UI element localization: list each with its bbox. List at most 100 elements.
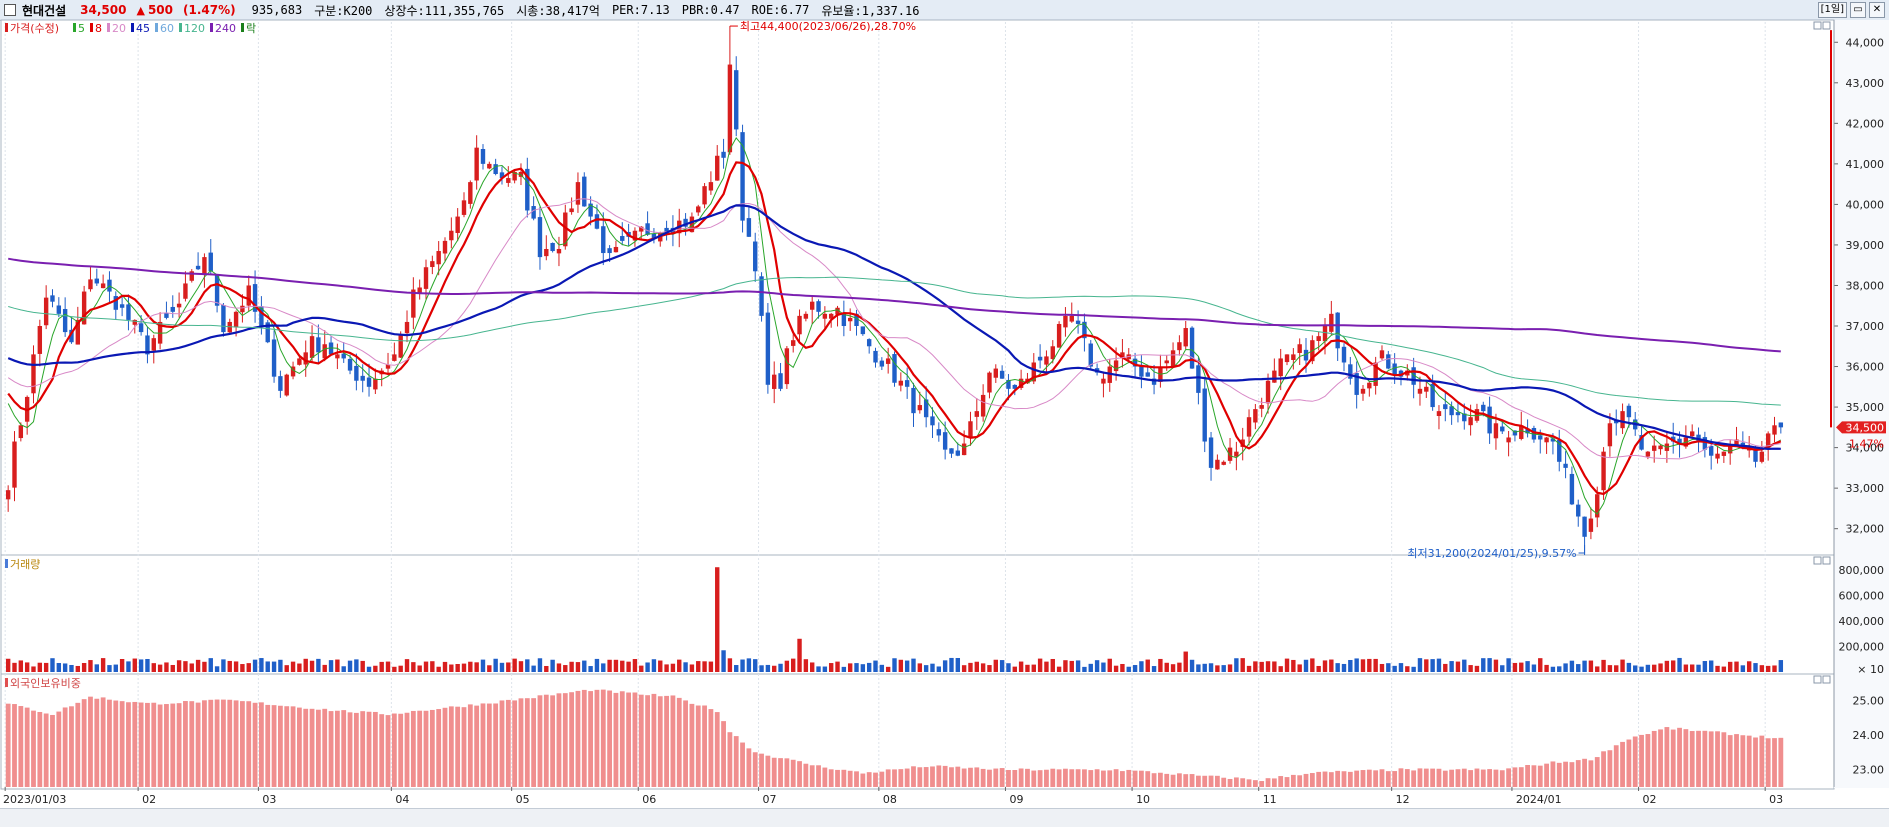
candle-body xyxy=(126,304,131,320)
foreign-ratio-bar xyxy=(372,711,378,787)
legend-label[interactable]: 120 xyxy=(184,22,205,35)
volume-bar xyxy=(1284,658,1290,672)
candle-body xyxy=(297,358,302,365)
foreign-ratio-bar xyxy=(240,701,245,787)
volume-bar xyxy=(987,665,992,672)
foreign-ratio-bar xyxy=(581,689,587,787)
candle-body xyxy=(373,378,378,390)
foreign-ratio-bar xyxy=(873,772,878,787)
volume-tick-label: 200,000 xyxy=(1839,640,1885,653)
candle-body xyxy=(240,305,245,313)
volume-bar xyxy=(1721,666,1727,672)
foreign-ratio-bar xyxy=(562,693,568,787)
volume-bar xyxy=(1272,661,1277,672)
volume-bar xyxy=(1563,663,1568,672)
foreign-ratio-bar xyxy=(759,753,764,787)
foreign-ratio-bar xyxy=(24,707,30,787)
candle-body xyxy=(176,303,182,308)
foreign-ratio-bar xyxy=(100,697,106,787)
legend-label[interactable]: 가격(수정) xyxy=(10,22,59,35)
candle-body xyxy=(1569,473,1575,505)
foreign-ratio-bar xyxy=(1297,775,1303,787)
legend-label[interactable]: 60 xyxy=(160,22,174,35)
legend-label[interactable]: 240 xyxy=(215,22,236,35)
foreign-tick-label: 23.00 xyxy=(1853,764,1885,777)
price-tick-label: 32,000 xyxy=(1846,523,1885,536)
foreign-legend-label[interactable]: 외국인보유비중 xyxy=(10,677,81,690)
foreign-ratio-bar xyxy=(385,715,391,787)
foreign-ratio-bar xyxy=(917,767,923,787)
foreign-ratio-bar xyxy=(968,767,973,787)
foreign-ratio-bar xyxy=(1715,731,1720,787)
candle-body xyxy=(119,304,125,308)
volume-bar xyxy=(423,661,429,672)
candle-body xyxy=(1443,404,1448,410)
legend-label[interactable]: 5 xyxy=(78,22,85,35)
foreign-ratio-bar xyxy=(543,694,549,787)
candle-body xyxy=(1576,504,1581,517)
stock-chart[interactable]: 44,000 43,000 42,000 41,000 40,000 39,000 38,0… xyxy=(0,0,1889,826)
x-tick-label: 2023/01/03 xyxy=(3,793,66,806)
volume-legend-label[interactable]: 거래량 xyxy=(10,558,40,571)
candle-body xyxy=(1652,445,1657,451)
volume-bar xyxy=(809,662,815,672)
foreign-ratio-bar xyxy=(1208,775,1214,787)
legend-label[interactable]: 45 xyxy=(136,22,150,35)
foreign-ratio-bar xyxy=(284,706,290,787)
foreign-ratio-bar xyxy=(1455,769,1461,787)
volume-pane xyxy=(0,554,1835,675)
candle-body xyxy=(531,206,536,219)
candle-body xyxy=(778,373,783,389)
candle-body xyxy=(1588,518,1594,532)
foreign-ratio-bar xyxy=(315,709,321,787)
pane-min-icon[interactable] xyxy=(1813,675,1822,684)
volume-bar xyxy=(942,660,948,672)
foreign-ratio-bar xyxy=(588,691,594,787)
legend-label[interactable]: 20 xyxy=(112,22,126,35)
pane-min-icon[interactable] xyxy=(1813,21,1822,30)
foreign-ratio-bar xyxy=(1734,734,1739,787)
foreign-ratio-bar xyxy=(1518,767,1524,787)
foreign-ratio-bar xyxy=(75,702,81,787)
volume-bar xyxy=(639,665,644,672)
volume-bar xyxy=(1443,663,1448,672)
pane-close-icon[interactable] xyxy=(1822,675,1831,684)
candle-body xyxy=(974,411,980,417)
foreign-ratio-bar xyxy=(1037,770,1043,787)
candle-body xyxy=(1063,315,1068,328)
candle-body xyxy=(18,425,24,439)
candle-body xyxy=(1202,388,1207,442)
pane-close-icon[interactable] xyxy=(1822,21,1831,30)
volume-bar xyxy=(626,661,631,672)
candle-body xyxy=(1044,356,1049,365)
foreign-ratio-bar xyxy=(1411,770,1417,787)
foreign-ratio-bar xyxy=(1195,775,1201,787)
foreign-ratio-bar xyxy=(1702,730,1708,787)
candle-body xyxy=(1626,405,1632,418)
candle-body xyxy=(1208,437,1214,468)
volume-bar xyxy=(575,662,581,672)
foreign-ratio-bar xyxy=(1082,769,1087,787)
legend-label[interactable]: 락 xyxy=(246,22,256,35)
candle-body xyxy=(1272,370,1277,383)
foreign-ratio-bar xyxy=(1436,768,1442,787)
candle-body xyxy=(575,182,581,205)
legend-label[interactable]: 8 xyxy=(95,22,102,35)
x-tick-label: 02 xyxy=(142,793,156,806)
foreign-ratio-bar xyxy=(689,703,695,787)
volume-bar xyxy=(259,658,264,672)
candle-body xyxy=(1360,388,1366,394)
volume-bar xyxy=(341,666,346,672)
candle-body xyxy=(708,182,714,191)
candle-body xyxy=(221,305,226,333)
foreign-ratio-bar xyxy=(1563,761,1568,787)
foreign-ratio-bar xyxy=(1442,770,1448,787)
foreign-ratio-bar xyxy=(1740,735,1746,787)
candle-body xyxy=(202,257,207,275)
volume-bar xyxy=(493,658,498,672)
volume-bar xyxy=(1708,660,1714,672)
pane-close-icon[interactable] xyxy=(1822,556,1831,565)
pane-min-icon[interactable] xyxy=(1813,556,1822,565)
horizontal-scrollbar[interactable] xyxy=(0,808,1889,827)
volume-bar xyxy=(1196,664,1201,672)
